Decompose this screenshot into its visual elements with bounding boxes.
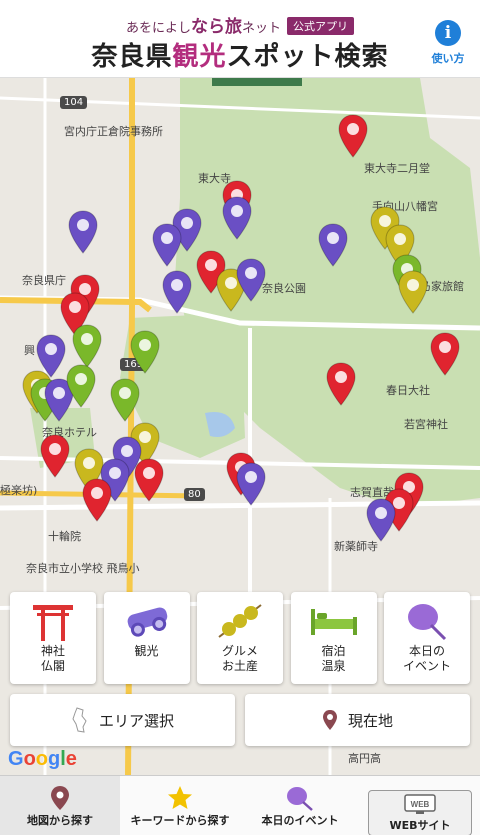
torii-icon (10, 598, 96, 644)
category-gourmet-label: グルメ お土産 (221, 644, 258, 673)
map-label-prefecture: 奈良県庁 (22, 274, 66, 287)
map-label-jurin: 十輪院 (48, 530, 81, 543)
dango-icon (197, 598, 283, 644)
app-header: あをによしなら旅ネット 公式アプリ 奈良県観光スポット検索 i 使い方 (0, 0, 480, 78)
bottom-nav: 地図から探す キーワードから探す 本日のイベント WEB WEBサイト (0, 775, 480, 835)
area-select-button[interactable]: エリア選択 (10, 694, 235, 746)
map-label-nigatsudo: 東大寺二月堂 (364, 162, 430, 175)
fan-icon (384, 598, 470, 644)
info-icon: i (435, 20, 461, 46)
shrine-pin[interactable] (430, 332, 460, 376)
nav-web-site-label: WEBサイト (389, 819, 451, 832)
nav-map-search-label: 地図から探す (27, 814, 93, 827)
map-pin-icon (0, 784, 120, 812)
map-label-wakamiya: 若宮神社 (404, 418, 448, 431)
category-panel: 神社 仏閣 観光 グルメ お土産 宿泊 温泉 本日の イベント (10, 592, 470, 684)
nav-keyword-search-label: キーワードから探す (130, 814, 230, 827)
title-prefecture: 奈良県 (91, 42, 173, 72)
nav-map-search[interactable]: 地図から探す (0, 776, 120, 835)
category-lodging-button[interactable]: 宿泊 温泉 (290, 592, 377, 684)
area-select-label: エリア選択 (98, 711, 174, 730)
category-sightseeing-button[interactable]: 観光 (103, 592, 190, 684)
category-gourmet-button[interactable]: グルメ お土産 (197, 592, 283, 684)
gourmet-pin[interactable] (398, 270, 428, 314)
web-monitor-icon: WEB (369, 793, 471, 817)
current-location-button[interactable]: 現在地 (245, 694, 470, 746)
binoculars-icon (104, 598, 190, 644)
map-label-imperial: 宮内庁正倉院事務所 (64, 125, 163, 138)
brand-suffix: ネット (242, 21, 282, 36)
title-suffix: スポット検索 (226, 42, 389, 72)
shrine-pin[interactable] (40, 434, 70, 478)
sightseeing-pin[interactable] (236, 462, 266, 506)
title-accent: 観光 (172, 42, 227, 72)
web-site-button[interactable]: WEB WEBサイト (368, 790, 472, 835)
category-shrine-button[interactable]: 神社 仏閣 (10, 592, 96, 684)
nav-today-event[interactable]: 本日のイベント (240, 776, 360, 835)
bed-icon (291, 598, 377, 644)
fan-icon (240, 784, 360, 812)
current-location-label: 現在地 (347, 711, 393, 730)
sightseeing-pin[interactable] (222, 196, 252, 240)
route-104-badge: 104 (60, 96, 88, 109)
route-80-badge: 80 (184, 488, 205, 501)
category-event-button[interactable]: 本日の イベント (384, 592, 470, 684)
location-pin-icon (322, 710, 337, 730)
shrine-pin[interactable] (82, 478, 112, 522)
brand-logo: あをによしなら旅ネット 公式アプリ (0, 12, 480, 37)
nav-today-event-label: 本日のイベント (261, 814, 339, 827)
category-lodging-label: 宿泊 温泉 (321, 644, 346, 673)
lodging-pin[interactable] (72, 324, 102, 368)
brand-prefix: あをによし (125, 21, 191, 36)
map-label-station: 興 (24, 344, 35, 357)
star-icon (120, 784, 240, 812)
category-shrine-label: 神社 仏閣 (40, 644, 65, 673)
help-label: 使い方 (431, 52, 465, 65)
google-logo: Google (8, 748, 77, 770)
official-app-badge: 公式アプリ (287, 17, 355, 35)
sightseeing-pin[interactable] (162, 270, 192, 314)
nara-map-icon (72, 707, 87, 733)
shrine-pin[interactable] (134, 458, 164, 502)
lodging-pin[interactable] (130, 330, 160, 374)
map-label-school: 奈良市立小学校 飛鳥小 (26, 562, 140, 575)
map-label-kasuga: 春日大社 (386, 384, 430, 397)
sightseeing-pin[interactable] (366, 498, 396, 542)
brand-main: なら旅 (191, 17, 242, 37)
map-label-nara-park: 奈良公園 (262, 282, 306, 295)
nav-keyword-search[interactable]: キーワードから探す (120, 776, 240, 835)
shrine-pin[interactable] (326, 362, 356, 406)
category-event-label: 本日の イベント (402, 644, 451, 673)
sightseeing-pin[interactable] (68, 210, 98, 254)
map-label-takamado: 高円高 (348, 752, 381, 765)
nav-web-site[interactable]: WEB WEBサイト (360, 776, 480, 835)
lodging-pin[interactable] (66, 364, 96, 408)
lodging-pin[interactable] (110, 378, 140, 422)
category-sightseeing-label: 観光 (134, 644, 159, 658)
help-button[interactable]: i 使い方 (424, 20, 472, 66)
page-title: 奈良県観光スポット検索 (0, 36, 480, 73)
map-label-gokuraku: 極楽坊) (0, 484, 38, 497)
shrine-pin[interactable] (338, 114, 368, 158)
sightseeing-pin[interactable] (318, 223, 348, 267)
sightseeing-pin[interactable] (236, 258, 266, 302)
action-panel: エリア選択 現在地 (10, 694, 470, 746)
svg-text:WEB: WEB (411, 800, 430, 809)
sightseeing-pin[interactable] (152, 223, 182, 267)
